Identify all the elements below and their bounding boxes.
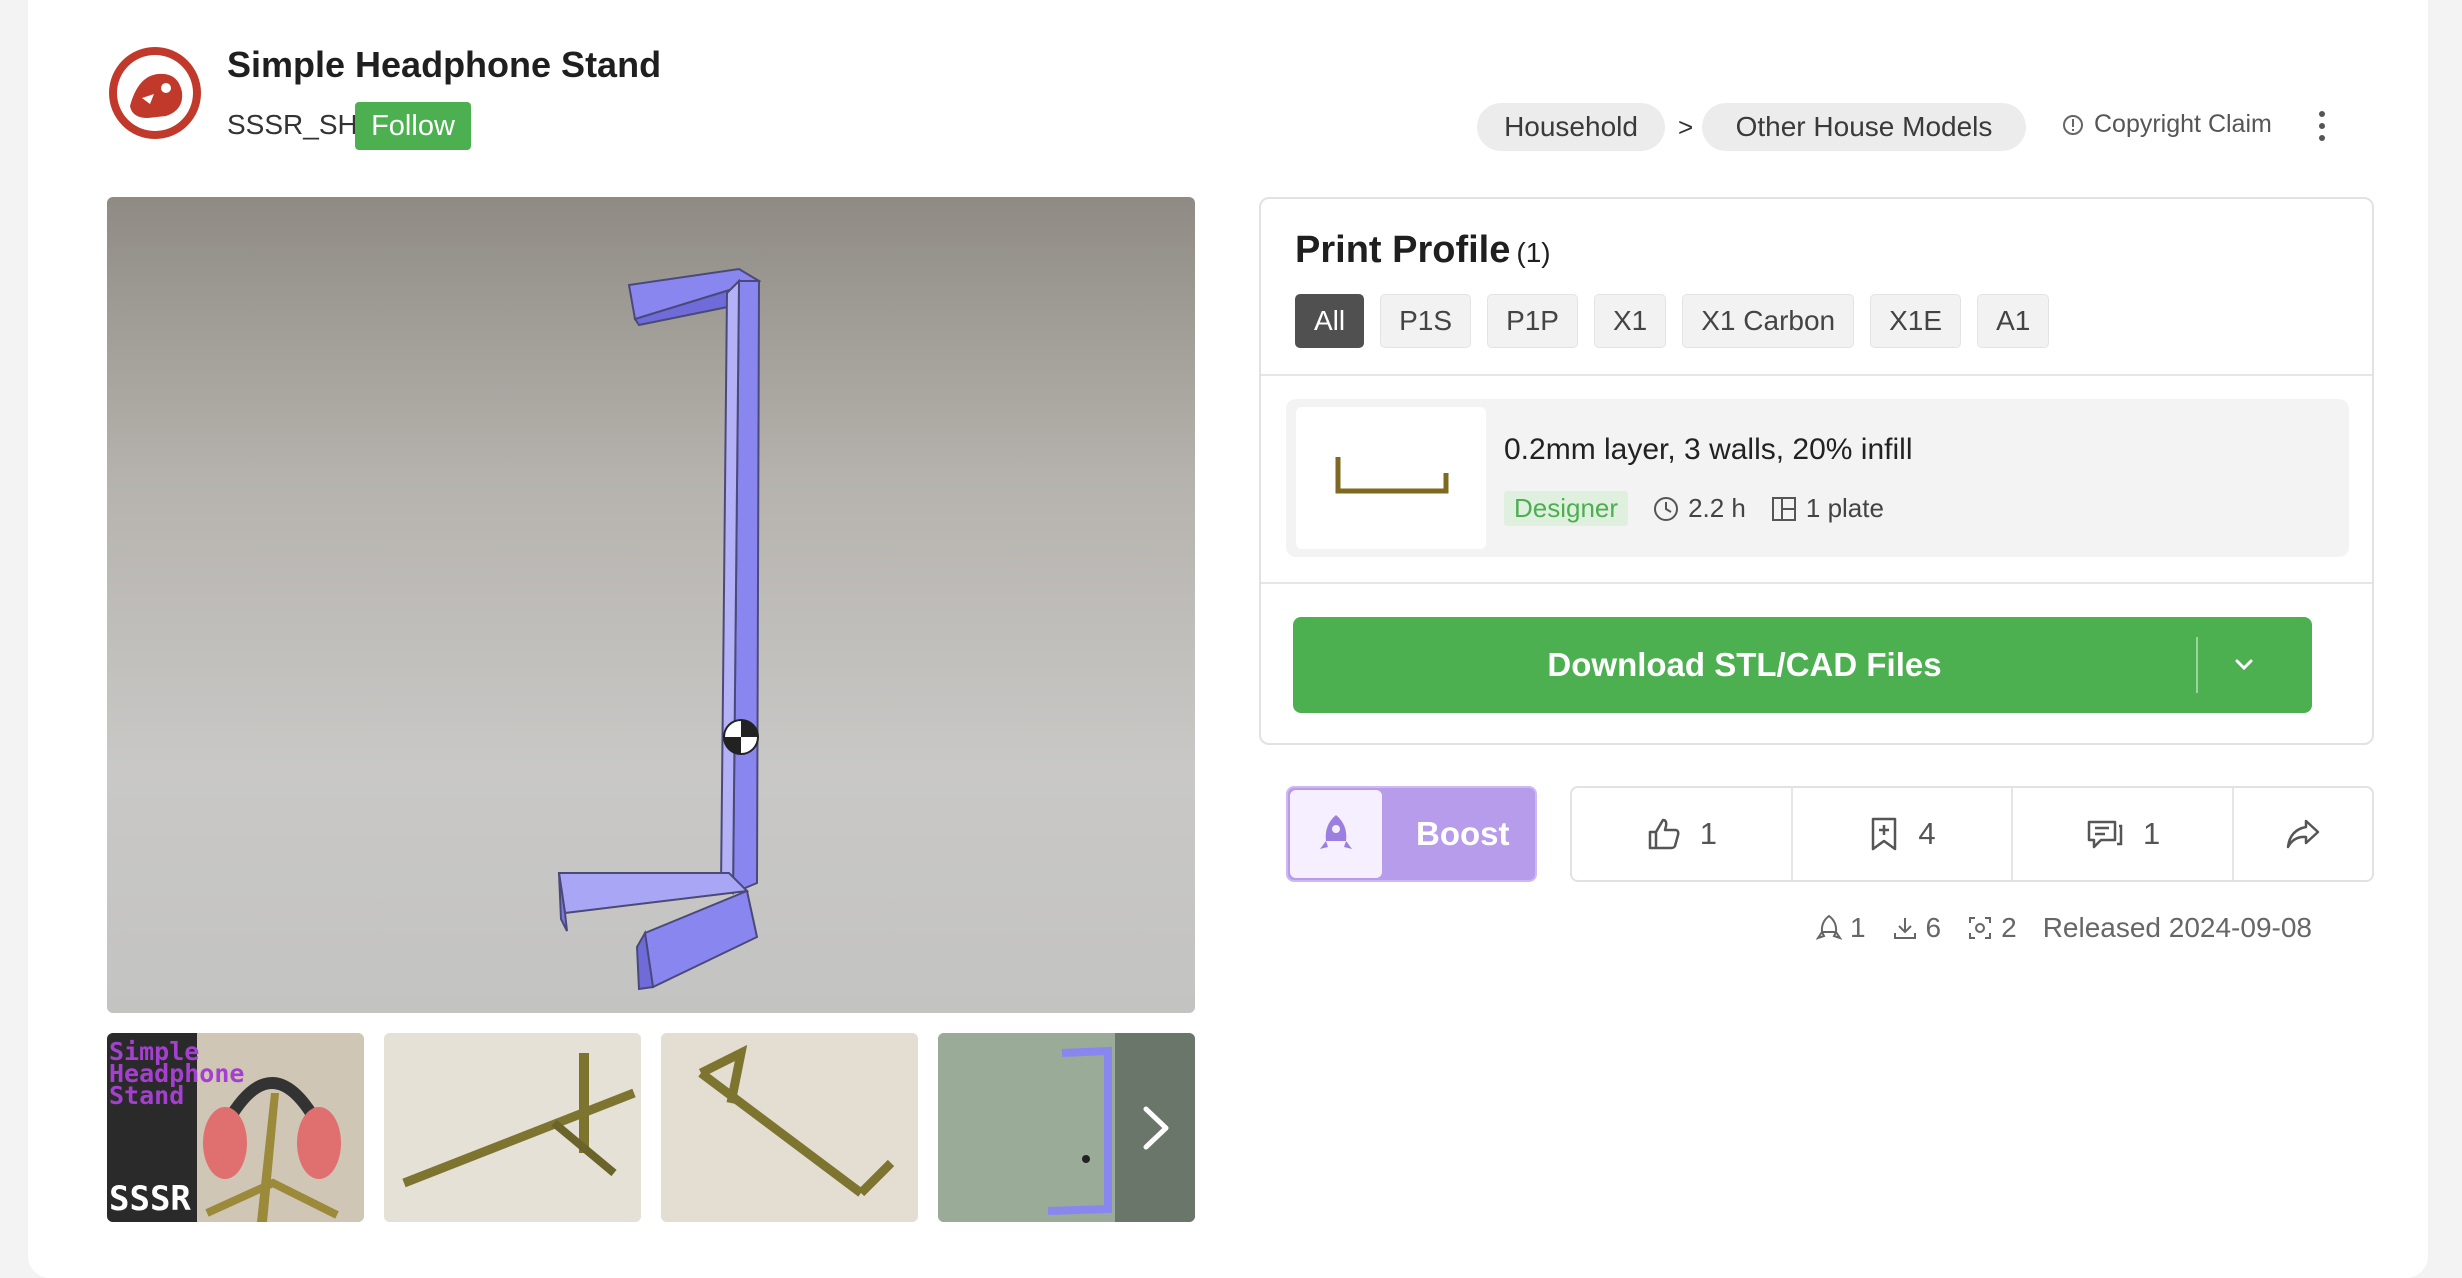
breadcrumb-separator: > [1678, 112, 1694, 142]
thumbnail-2[interactable] [384, 1033, 641, 1222]
like-button[interactable]: 1 [1572, 788, 1793, 880]
print-time-value: 2.2 h [1688, 493, 1746, 523]
print-profile-title: Print Profile (1) [1295, 229, 1551, 271]
filter-p1p[interactable]: P1P [1487, 294, 1578, 348]
thumbnail-next-button[interactable] [1115, 1033, 1195, 1222]
download-icon [1893, 918, 1916, 939]
thumbnail-3[interactable] [661, 1033, 918, 1222]
thumbs-up-icon [1648, 818, 1680, 850]
filter-x1[interactable]: X1 [1594, 294, 1667, 348]
printer-filter-tabs: All P1S P1P X1 X1 Carbon X1E A1 [1295, 294, 2050, 348]
bookmark-plus-icon [1872, 817, 1897, 851]
print-stat: 2 [1967, 912, 2017, 944]
share-icon [2286, 819, 2320, 849]
breadcrumb-household[interactable]: Household [1477, 103, 1665, 151]
release-date: Released 2024-09-08 [2042, 912, 2312, 943]
print-profile-panel: Print Profile (1) All P1S P1P X1 X1 Carbo… [1259, 197, 2374, 745]
author-avatar[interactable] [108, 46, 202, 140]
engagement-actions: 1 4 1 [1570, 786, 2374, 882]
more-vertical-icon[interactable] [2310, 106, 2334, 146]
filter-all[interactable]: All [1295, 294, 1365, 348]
comment-button[interactable]: 1 [2013, 788, 2235, 880]
breadcrumb-other-house-models[interactable]: Other House Models [1702, 103, 2026, 151]
copyright-claim-label: Copyright Claim [2094, 110, 2272, 138]
comment-count: 1 [2143, 816, 2161, 851]
share-button[interactable] [2234, 788, 2372, 880]
print-profile-name: 0.2mm layer, 3 walls, 20% infill [1504, 433, 1913, 466]
copyright-claim-link[interactable]: Copyright Claim [2062, 110, 2272, 139]
print-profile-meta: Designer 2.2 h 1 plate [1504, 491, 1884, 526]
plate-icon [1771, 496, 1796, 521]
plate-count-value: 1 plate [1805, 493, 1884, 523]
filter-x1-carbon[interactable]: X1 Carbon [1682, 294, 1855, 348]
model-page: Simple Headphone Stand SSSR_SH Follow Ho… [28, 0, 2428, 1278]
comment-icon [2087, 820, 2123, 849]
thumbnail-4[interactable] [938, 1033, 1195, 1222]
collect-count: 4 [1918, 816, 1936, 851]
thumbnail-1[interactable]: Simple Headphone Stand SSSR [107, 1033, 364, 1222]
download-files-button[interactable]: Download STL/CAD Files [1293, 617, 2312, 713]
clock-icon [1654, 496, 1679, 521]
download-separator [2196, 637, 2198, 693]
boost-stat: 1 [1815, 912, 1866, 944]
print-profile-count: (1) [1516, 237, 1551, 268]
designer-badge: Designer [1504, 491, 1629, 526]
download-label: Download STL/CAD Files [1547, 646, 1942, 683]
boost-button[interactable]: Boost [1286, 786, 1537, 882]
chevron-down-icon[interactable] [2229, 650, 2259, 683]
rocket-icon [1815, 914, 1842, 940]
boost-label: Boost [1416, 815, 1510, 852]
thumbnail-1-overlay-text: Simple Headphone Stand [109, 1037, 245, 1110]
collect-button[interactable]: 4 [1793, 788, 2014, 880]
rocket-icon [1290, 790, 1382, 878]
follow-button[interactable]: Follow [355, 102, 471, 150]
print-time: 2.2 h [1652, 493, 1746, 524]
model-stats: 1 6 2 Released 2024-09-08 [1815, 912, 2312, 944]
author-name[interactable]: SSSR_SH [227, 109, 358, 141]
model-title: Simple Headphone Stand [227, 44, 662, 85]
print-profile-thumbnail [1296, 407, 1486, 549]
panel-divider-2 [1261, 582, 2372, 584]
panel-divider [1261, 374, 2372, 376]
filter-a1[interactable]: A1 [1977, 294, 2050, 348]
model-preview-image[interactable] [107, 197, 1195, 1013]
thumbnail-1-logo: SSSR [109, 1179, 191, 1219]
like-count: 1 [1699, 816, 1717, 851]
filter-p1s[interactable]: P1S [1380, 294, 1472, 348]
print-profile-card[interactable]: 0.2mm layer, 3 walls, 20% infill Designe… [1286, 399, 2349, 557]
info-circle-icon [2063, 114, 2083, 135]
download-stat: 6 [1892, 912, 1941, 944]
filter-x1e[interactable]: X1E [1870, 294, 1962, 348]
plate-count: 1 plate [1770, 493, 1884, 524]
chevron-right-icon [1143, 1106, 1169, 1149]
print-scan-icon [1969, 917, 1992, 939]
